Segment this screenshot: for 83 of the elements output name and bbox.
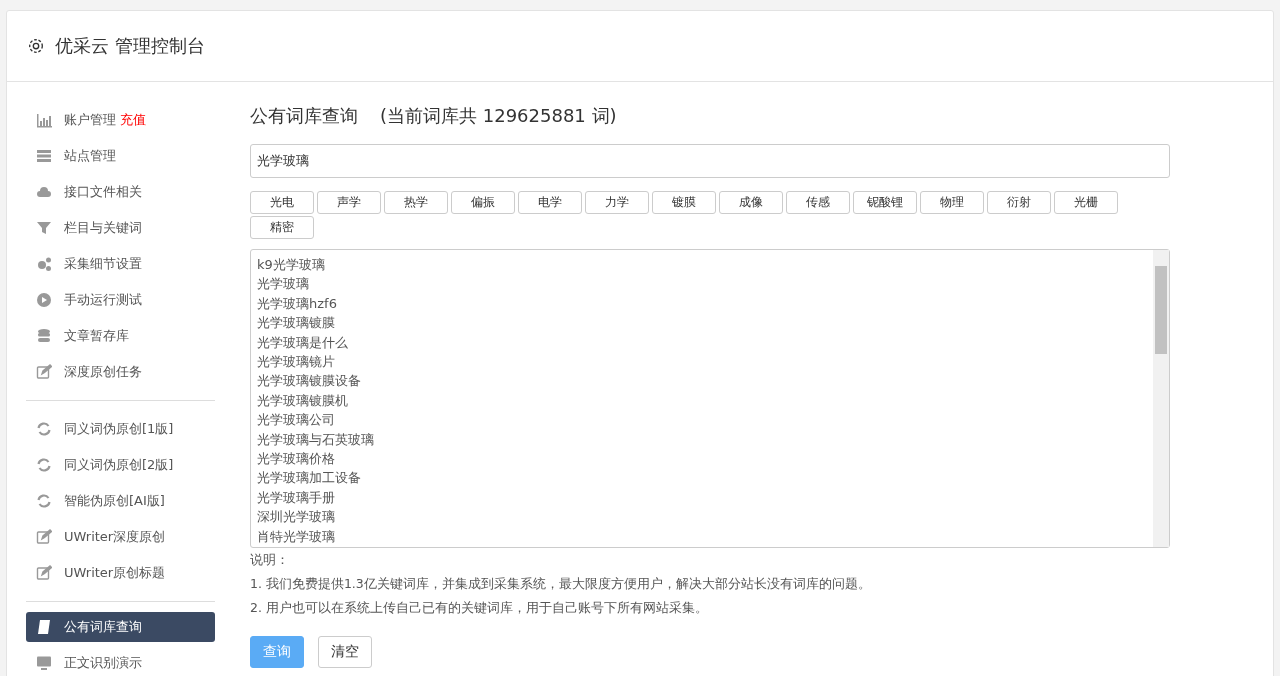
tag-button[interactable]: 光栅	[1054, 191, 1118, 214]
result-item[interactable]: 光学玻璃	[257, 274, 1147, 294]
sidebar-label: 站点管理	[64, 147, 116, 165]
sync-icon	[36, 421, 52, 437]
sidebar-item[interactable]: 站点管理	[26, 138, 215, 174]
sidebar-item[interactable]: 账户管理 充值	[26, 102, 215, 138]
result-item[interactable]: 光学玻璃hzf6	[257, 293, 1147, 314]
note-text: 2. 用户也可以在系统上传自己已有的关键词库，用于自己账号下所有网站采集。	[250, 599, 709, 617]
edit-icon	[36, 529, 52, 545]
play-icon	[36, 292, 52, 308]
word-count-note: (当前词库共 129625881 词)	[380, 104, 617, 128]
result-item[interactable]: k9光学玻璃	[257, 255, 1147, 275]
result-item[interactable]: 深圳光学玻璃	[257, 507, 1147, 527]
scrollbar[interactable]	[1153, 250, 1169, 547]
tag-button[interactable]: 铌酸锂	[853, 191, 917, 214]
tag-button[interactable]: 偏振	[451, 191, 515, 214]
sidebar-item[interactable]: 栏目与关键词	[26, 210, 215, 246]
result-item[interactable]: 光学玻璃镀膜机	[257, 390, 1147, 411]
monitor-icon	[36, 655, 52, 671]
settings-icon	[27, 37, 45, 55]
sidebar-item[interactable]: 采集细节设置	[26, 246, 215, 282]
tag-button[interactable]: 成像	[719, 191, 783, 214]
sidebar-item[interactable]: 同义词伪原创[2版]	[26, 447, 215, 483]
filter-icon	[36, 220, 52, 236]
sidebar-label: 智能伪原创[AI版]	[64, 492, 165, 510]
server-icon	[36, 148, 52, 164]
tag-button[interactable]: 镀膜	[652, 191, 716, 214]
recharge-link[interactable]: 充值	[120, 111, 146, 129]
sidebar-label: 公有词库查询	[64, 618, 142, 636]
result-item[interactable]: 光学玻璃手册	[257, 487, 1147, 508]
edit-icon	[36, 565, 52, 581]
result-item[interactable]: 光学玻璃与石英玻璃	[257, 429, 1147, 450]
sidebar-item[interactable]: UWriter深度原创	[26, 519, 215, 555]
tag-button[interactable]: 电学	[518, 191, 582, 214]
tag-button[interactable]: 光电	[250, 191, 314, 214]
clear-button[interactable]: 清空	[318, 636, 372, 668]
sidebar-item[interactable]: 手动运行测试	[26, 282, 215, 318]
sidebar-item[interactable]: UWriter原创标题	[26, 555, 215, 591]
sidebar-label: 文章暂存库	[64, 327, 129, 345]
tag-button[interactable]: 精密	[250, 216, 314, 239]
result-item[interactable]: 光学玻璃是什么	[257, 332, 1147, 353]
tag-button[interactable]: 声学	[317, 191, 381, 214]
result-item[interactable]: 光学玻璃价格	[257, 449, 1147, 469]
sidebar-label: 栏目与关键词	[64, 219, 142, 237]
tag-button[interactable]: 热学	[384, 191, 448, 214]
bars-icon	[36, 112, 52, 128]
sidebar-item[interactable]: 同义词伪原创[1版]	[26, 411, 215, 447]
sidebar-item[interactable]: 深度原创任务	[26, 354, 215, 390]
tag-button[interactable]: 物理	[920, 191, 984, 214]
sidebar-label: UWriter原创标题	[64, 564, 166, 582]
sidebar-item[interactable]: 接口文件相关	[26, 174, 215, 210]
sidebar-label: 深度原创任务	[64, 363, 142, 381]
note-text: 1. 我们免费提供1.3亿关键词库，并集成到采集系统，最大限度方便用户，解决大部分站长没有词库的问题。	[250, 575, 872, 593]
tag-button[interactable]: 传感	[786, 191, 850, 214]
tag-button[interactable]: 力学	[585, 191, 649, 214]
db-icon	[36, 328, 52, 344]
sync-icon	[36, 457, 52, 473]
result-item[interactable]: 光学玻璃加工设备	[257, 468, 1147, 488]
sidebar-label: 同义词伪原创[2版]	[64, 456, 174, 474]
result-item[interactable]: 肖特光学玻璃	[257, 526, 1147, 547]
sidebar-item[interactable]: 公有词库查询	[26, 612, 215, 642]
sidebar-item[interactable]: 文章暂存库	[26, 318, 215, 354]
result-item[interactable]: 光学玻璃公司	[257, 410, 1147, 430]
sidebar-label: 接口文件相关	[64, 183, 142, 201]
sidebar-item[interactable]: 智能伪原创[AI版]	[26, 483, 215, 519]
cloud-icon	[36, 184, 52, 200]
sidebar-label: 采集细节设置	[64, 255, 142, 273]
sidebar-label: 账户管理	[64, 111, 116, 129]
sidebar-label: 正文识别演示	[64, 654, 142, 672]
result-item[interactable]: 光学玻璃镜片	[257, 352, 1147, 372]
sidebar-label: 同义词伪原创[1版]	[64, 420, 174, 438]
tag-button[interactable]: 衍射	[987, 191, 1051, 214]
edit-icon	[36, 364, 52, 380]
sidebar-item[interactable]: 正文识别演示	[26, 645, 215, 676]
result-item[interactable]: 光学玻璃镀膜	[257, 313, 1147, 333]
sync-icon	[36, 493, 52, 509]
console-title: 优采云 管理控制台	[55, 34, 205, 58]
notes-title: 说明：	[250, 551, 290, 569]
page-title: 公有词库查询	[250, 104, 358, 128]
result-item[interactable]: 光学玻璃镀膜设备	[257, 371, 1147, 391]
search-field[interactable]: 光学玻璃	[250, 144, 1170, 178]
sidebar-label: 手动运行测试	[64, 291, 142, 309]
sidebar-label: UWriter深度原创	[64, 528, 166, 546]
